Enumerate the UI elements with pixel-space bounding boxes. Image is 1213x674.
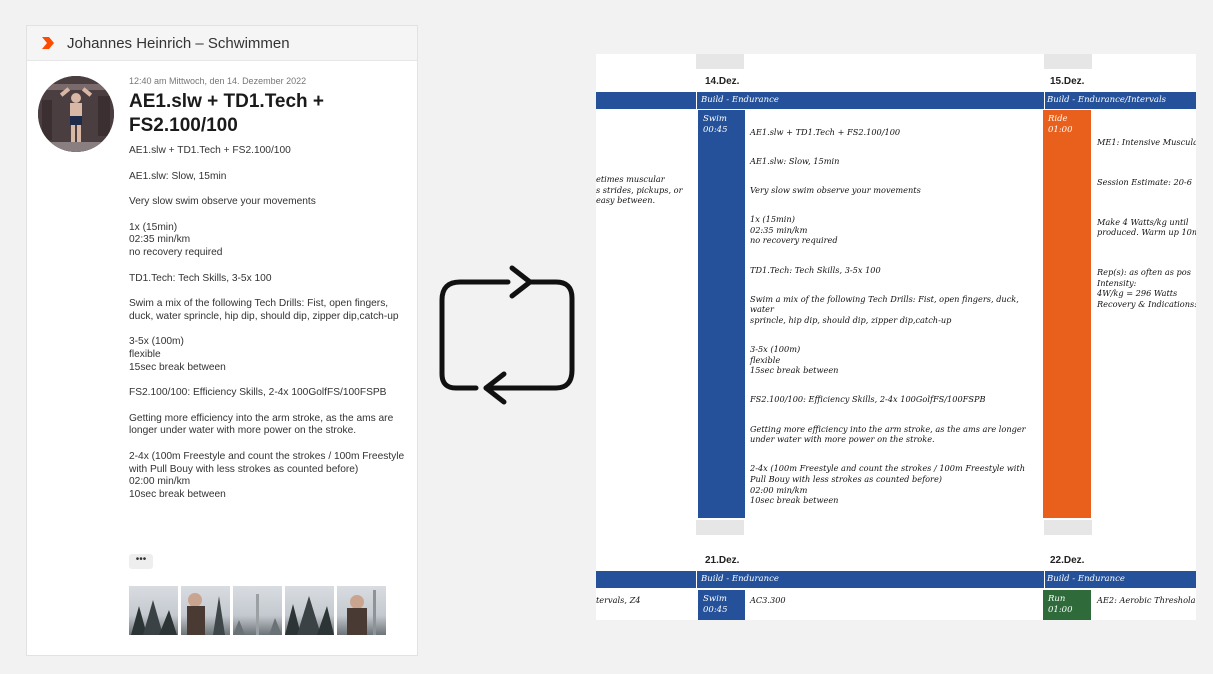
brand-chevron-icon [42, 37, 54, 49]
activity-description: AE1.slw + TD1.Tech + FS2.100/100 AE1.slw… [129, 145, 411, 501]
swim-workout-block[interactable]: Swim 00:45 [698, 590, 745, 620]
photo-thumbnail[interactable] [129, 586, 178, 635]
workout-line: Very slow swim observe your movements [750, 184, 921, 195]
workout-line: AE1.slw: Slow, 15min [750, 155, 840, 166]
sport-duration: 01:00 [1048, 605, 1073, 615]
swim-workout-description[interactable]: AC3.300 [750, 595, 1040, 606]
calendar-gap [1044, 520, 1092, 535]
activity-title[interactable]: AE1.slw + TD1.Tech + FS2.100/100 [129, 90, 409, 138]
workout-line: Rep(s): as often as pos Intensity: 4W/kg… [1097, 267, 1196, 309]
photo-strip [129, 586, 386, 635]
workout-line: FS2.100/100: Efficiency Skills, 2-4x 100… [750, 394, 986, 405]
more-options-button[interactable]: ••• [129, 554, 153, 569]
sport-name: Ride [1048, 114, 1068, 124]
description-paragraph: 1x (15min) 02:35 min/km no recovery requ… [129, 221, 223, 258]
workout-line: AE1.slw + TD1.Tech + FS2.100/100 [750, 126, 901, 137]
swim-workout-description[interactable]: AE1.slw + TD1.Tech + FS2.100/100 AE1.slw… [750, 116, 1042, 524]
workout-previous-text: etimes muscular s strides, pickups, or e… [596, 174, 683, 206]
workout-line: Session Estimate: 20-6 [1097, 176, 1192, 187]
phase-label: Build - Endurance [701, 95, 779, 105]
sport-name: Swim [703, 114, 727, 124]
sport-name: Run [1048, 594, 1066, 604]
date-14-dez: 14.Dez. [705, 76, 740, 87]
workout-previous-text: tervals, Z4 [596, 595, 641, 605]
description-paragraph: Swim a mix of the following Tech Drills:… [129, 298, 399, 322]
avatar-photo [38, 76, 114, 152]
photo-thumbnail[interactable] [337, 586, 386, 635]
description-paragraph: Getting more efficiency into the arm str… [129, 412, 394, 437]
workout-line: 2-4x (100m Freestyle and count the strok… [750, 463, 1025, 506]
description-paragraph: Very slow swim observe your movements [129, 196, 316, 208]
workout-line: ME1: Intensive Muscula [1097, 137, 1196, 148]
photo-thumbnail[interactable] [233, 586, 282, 635]
workout-line: TD1.Tech: Tech Skills, 3-5x 100 [750, 264, 881, 275]
calendar-gap [696, 520, 744, 535]
description-paragraph: AE1.slw: Slow, 15min [129, 170, 227, 182]
workout-line: Swim a mix of the following Tech Drills:… [750, 293, 1019, 325]
workout-line: Getting more efficiency into the arm str… [750, 423, 1026, 445]
calendar-gap [696, 54, 744, 69]
phase-label: Build - Endurance/Intervals [1047, 95, 1167, 105]
phase-label: Build - Endurance [701, 574, 779, 584]
sport-duration: 01:00 [1048, 125, 1073, 135]
run-workout-block[interactable]: Run 01:00 [1043, 590, 1091, 620]
date-15-dez: 15.Dez. [1050, 76, 1085, 87]
training-calendar: 14.Dez. 15.Dez. Build - Endurance Build … [596, 54, 1196, 620]
photo-thumbnail[interactable] [285, 586, 334, 635]
screenshot-canvas: Johannes Heinrich – Schwimmen 12:40 am M… [0, 0, 1213, 674]
workout-line: Make 4 Watts/kg until produced. Warm up … [1097, 216, 1196, 238]
swim-workout-block[interactable]: Swim 00:45 [698, 110, 745, 518]
photo-thumbnail[interactable] [181, 586, 230, 635]
date-22-dez: 22.Dez. [1050, 555, 1085, 566]
description-paragraph: AE1.slw + TD1.Tech + FS2.100/100 [129, 145, 291, 156]
ride-workout-block[interactable]: Ride 01:00 [1043, 110, 1091, 518]
workout-line: 1x (15min) 02:35 min/km no recovery requ… [750, 214, 838, 246]
workout-line: 3-5x (100m) flexible 15sec break between [750, 344, 839, 376]
activity-timestamp: 12:40 am Mittwoch, den 14. Dezember 2022 [129, 76, 307, 86]
ride-workout-description[interactable]: ME1: Intensive Muscula Session Estimate:… [1097, 116, 1196, 339]
description-paragraph: 2-4x (100m Freestyle and count the strok… [129, 450, 405, 500]
activity-header: Johannes Heinrich – Schwimmen [27, 26, 417, 61]
date-21-dez: 21.Dez. [705, 555, 740, 566]
run-workout-description[interactable]: AE2: Aerobic Threshola [1097, 595, 1196, 606]
activity-card: Johannes Heinrich – Schwimmen 12:40 am M… [26, 25, 418, 656]
description-paragraph: FS2.100/100: Efficiency Skills, 2-4x 100… [129, 387, 387, 399]
athlete-avatar[interactable] [38, 76, 114, 152]
description-paragraph: TD1.Tech: Tech Skills, 3-5x 100 [129, 272, 272, 284]
sport-name: Swim [703, 594, 727, 604]
sport-duration: 00:45 [703, 605, 728, 615]
description-paragraph: 3-5x (100m) flexible 15sec break between [129, 336, 226, 373]
athlete-name[interactable]: Johannes Heinrich – Schwimmen [67, 35, 290, 52]
sync-arrows-icon [439, 265, 575, 405]
calendar-gap [1044, 54, 1092, 69]
sport-duration: 00:45 [703, 125, 728, 135]
phase-label: Build - Endurance [1047, 574, 1125, 584]
